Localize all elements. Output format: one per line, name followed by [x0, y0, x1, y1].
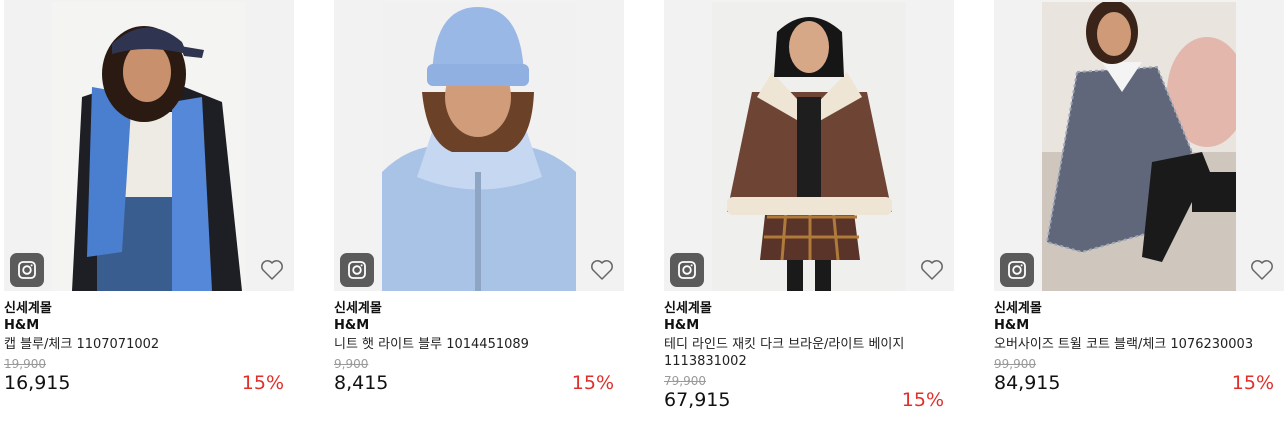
seller-name: 신세계몰	[4, 301, 52, 316]
brand-name[interactable]: H&M	[994, 317, 1284, 334]
instagram-button[interactable]	[670, 253, 704, 287]
original-price: 99,900	[994, 357, 1036, 371]
product-thumbnail[interactable]	[994, 0, 1284, 291]
price-row: 67,915 15%	[664, 388, 954, 412]
instagram-button[interactable]	[1000, 253, 1034, 287]
sale-price: 84,915	[994, 372, 1061, 394]
original-price: 9,900	[334, 357, 369, 371]
discount-rate: 15%	[571, 372, 614, 394]
instagram-icon	[1008, 261, 1026, 279]
heart-outline-icon	[921, 260, 943, 280]
product-thumbnail[interactable]	[664, 0, 954, 291]
price-row: 16,915 15%	[4, 371, 294, 395]
brand-name[interactable]: H&M	[664, 317, 954, 334]
product-thumbnail[interactable]	[4, 0, 294, 291]
instagram-icon	[348, 261, 366, 279]
product-photo-twill-coat[interactable]	[1042, 2, 1236, 291]
product-name[interactable]: 오버사이즈 트윌 코트 블랙/체크 1076230003	[994, 336, 1274, 353]
sale-price: 16,915	[4, 372, 71, 394]
seller-name: 신세계몰	[334, 301, 382, 316]
discount-rate: 15%	[901, 389, 944, 411]
sale-price: 67,915	[664, 389, 731, 411]
brand-name[interactable]: H&M	[334, 317, 624, 334]
product-photo-teddy-jacket[interactable]	[712, 2, 906, 291]
instagram-button[interactable]	[10, 253, 44, 287]
product-name[interactable]: 니트 햇 라이트 블루 1014451089	[334, 336, 614, 353]
wishlist-button[interactable]	[260, 259, 284, 281]
instagram-icon	[678, 261, 696, 279]
product-name[interactable]: 캡 블루/체크 1107071002	[4, 336, 284, 353]
product-card[interactable]: 신세계몰 H&M 캡 블루/체크 1107071002 19,900 16,91…	[4, 0, 294, 395]
wishlist-button[interactable]	[920, 259, 944, 281]
product-name[interactable]: 테디 라인드 재킷 다크 브라운/라이트 베이지 1113831002	[664, 336, 944, 370]
brand-name[interactable]: H&M	[4, 317, 294, 334]
product-photo-knit-hat[interactable]	[382, 2, 576, 291]
product-card[interactable]: 신세계몰 H&M 오버사이즈 트윌 코트 블랙/체크 1076230003 99…	[994, 0, 1284, 395]
instagram-icon	[18, 261, 36, 279]
heart-outline-icon	[1251, 260, 1273, 280]
discount-rate: 15%	[241, 372, 284, 394]
discount-rate: 15%	[1231, 372, 1274, 394]
seller-name: 신세계몰	[664, 301, 712, 316]
original-price: 79,900	[664, 374, 706, 388]
product-grid: 신세계몰 H&M 캡 블루/체크 1107071002 19,900 16,91…	[0, 0, 1286, 431]
heart-outline-icon	[261, 260, 283, 280]
wishlist-button[interactable]	[1250, 259, 1274, 281]
wishlist-button[interactable]	[590, 259, 614, 281]
original-price: 19,900	[4, 357, 46, 371]
price-row: 8,415 15%	[334, 371, 624, 395]
price-row: 84,915 15%	[994, 371, 1284, 395]
heart-outline-icon	[591, 260, 613, 280]
product-card[interactable]: 신세계몰 H&M 테디 라인드 재킷 다크 브라운/라이트 베이지 111383…	[664, 0, 954, 412]
sale-price: 8,415	[334, 372, 389, 394]
product-card[interactable]: 신세계몰 H&M 니트 햇 라이트 블루 1014451089 9,900 8,…	[334, 0, 624, 395]
product-photo-cap[interactable]	[52, 2, 246, 291]
seller-name: 신세계몰	[994, 301, 1042, 316]
product-thumbnail[interactable]	[334, 0, 624, 291]
instagram-button[interactable]	[340, 253, 374, 287]
